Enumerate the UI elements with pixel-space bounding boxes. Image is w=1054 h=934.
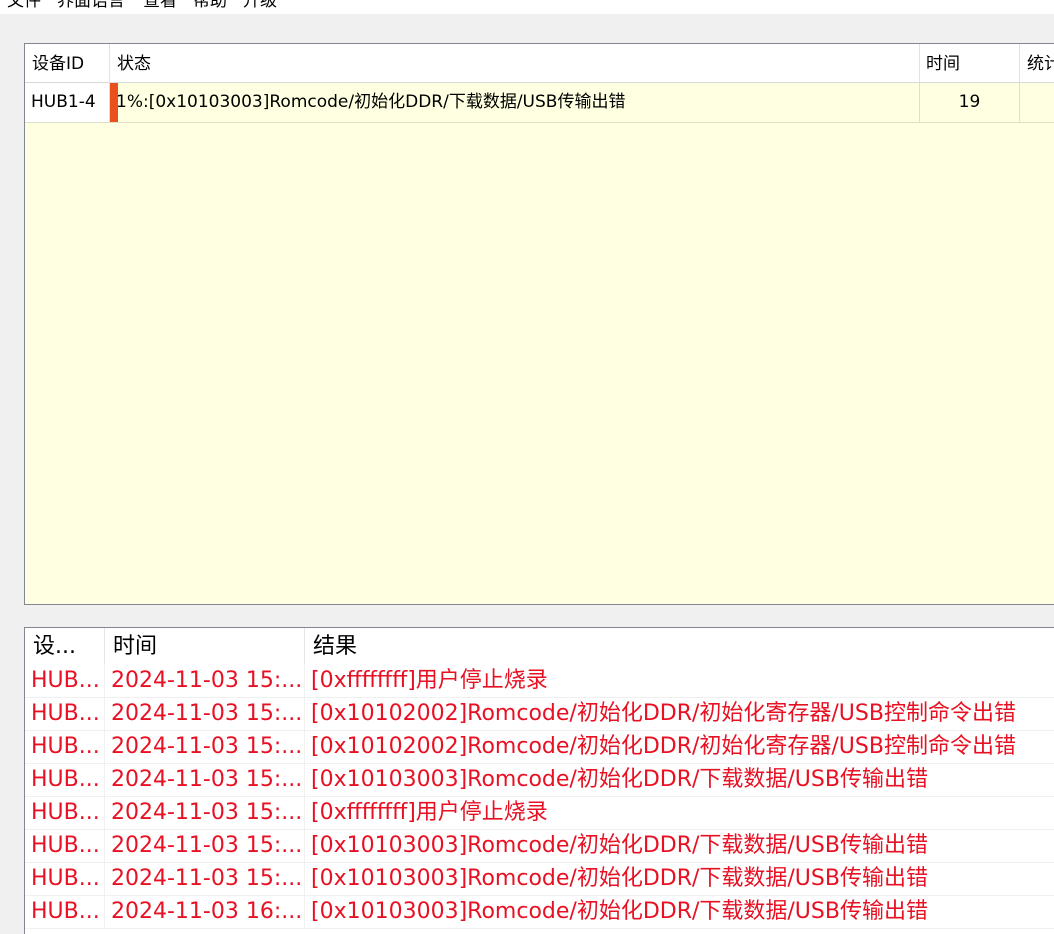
column-header-result[interactable]: 结果 xyxy=(305,628,1054,664)
column-header-log-time[interactable]: 时间 xyxy=(105,628,305,664)
log-row[interactable]: HUB... 2024-11-03 15:... [0x10103003]Romco… xyxy=(25,763,1054,797)
column-header-status[interactable]: 状态 xyxy=(110,44,920,82)
log-result: [0x10103003]Romcode/初始化DDR/下载数据/USB传输出错 xyxy=(305,829,1054,862)
log-device: HUB... xyxy=(25,862,105,895)
device-list-header: 设备ID 状态 时间 统计 xyxy=(25,44,1054,83)
log-row[interactable]: HUB... 2024-11-03 15:... [0x10103003]Romco… xyxy=(25,862,1054,896)
menu-interface-language[interactable]: 界面语言 xyxy=(57,0,125,11)
progress-bar-fill xyxy=(110,83,118,122)
device-status-text: 1%:[0x10103003]Romcode/初始化DDR/下载数据/USB传输… xyxy=(116,92,626,112)
log-time: 2024-11-03 15:... xyxy=(105,829,305,862)
column-header-device[interactable]: 设... xyxy=(25,628,105,664)
log-row[interactable]: HUB... 2024-11-03 16:... [0x10103003]Romco… xyxy=(25,895,1054,929)
log-result: [0x10103003]Romcode/初始化DDR/下载数据/USB传输出错 xyxy=(305,895,1054,928)
log-time: 2024-11-03 15:... xyxy=(105,862,305,895)
log-row[interactable]: HUB... 2024-11-03 15:... [0x10103003]Romco… xyxy=(25,829,1054,863)
log-row[interactable]: HUB... 2024-11-03 15:... [0x10102002]Romco… xyxy=(25,730,1054,764)
log-device: HUB... xyxy=(25,664,105,697)
log-device: HUB... xyxy=(25,697,105,730)
device-id: HUB1-4 xyxy=(25,83,110,122)
log-result: [0x10103003]Romcode/初始化DDR/下载数据/USB传输出错 xyxy=(305,763,1054,796)
log-result: [0xffffffff]用户停止烧录 xyxy=(305,664,1054,697)
log-row[interactable]: HUB... 2024-11-03 15:... [0x10102002]Romco… xyxy=(25,697,1054,731)
log-device: HUB... xyxy=(25,829,105,862)
log-time: 2024-11-03 15:... xyxy=(105,730,305,763)
menu-bar: 文件 界面语言 查看 帮助 升级 xyxy=(0,0,1054,14)
log-device: HUB... xyxy=(25,895,105,928)
log-device: HUB... xyxy=(25,796,105,829)
log-list-header: 设... 时间 结果 xyxy=(25,628,1054,664)
log-result: [0x10103003]Romcode/初始化DDR/下载数据/USB传输出错 xyxy=(305,862,1054,895)
log-result: [0x10102002]Romcode/初始化DDR/初始化寄存器/USB控制命… xyxy=(305,697,1054,730)
log-row[interactable]: HUB... 2024-11-03 15:... [0xffffffff]用户停止烧… xyxy=(25,796,1054,830)
device-list[interactable]: 设备ID 状态 时间 统计 HUB1-4 1%:[0x10103003]Romc… xyxy=(24,43,1054,605)
log-time: 2024-11-03 15:... xyxy=(105,796,305,829)
device-status: 1%:[0x10103003]Romcode/初始化DDR/下载数据/USB传输… xyxy=(110,83,920,122)
menu-file[interactable]: 文件 xyxy=(7,0,41,11)
device-time: 19 xyxy=(920,83,1020,122)
log-time: 2024-11-03 15:... xyxy=(105,697,305,730)
menu-upgrade[interactable]: 升级 xyxy=(243,0,277,11)
device-row[interactable]: HUB1-4 1%:[0x10103003]Romcode/初始化DDR/下载数… xyxy=(25,83,1054,123)
log-list[interactable]: 设... 时间 结果 HUB... 2024-11-03 15:... [0xfff… xyxy=(24,627,1054,934)
device-stat: 1 xyxy=(1020,83,1054,122)
log-device: HUB... xyxy=(25,763,105,796)
column-header-time[interactable]: 时间 xyxy=(920,44,1020,82)
log-time: 2024-11-03 15:... xyxy=(105,664,305,697)
log-device: HUB... xyxy=(25,730,105,763)
log-row[interactable]: HUB... 2024-11-03 15:... [0xffffffff]用户停止烧… xyxy=(25,664,1054,698)
column-header-device-id[interactable]: 设备ID xyxy=(25,44,110,82)
column-header-stats[interactable]: 统计 xyxy=(1020,44,1054,82)
log-time: 2024-11-03 15:... xyxy=(105,763,305,796)
log-result: [0x10102002]Romcode/初始化DDR/初始化寄存器/USB控制命… xyxy=(305,730,1054,763)
menu-help[interactable]: 帮助 xyxy=(193,0,227,11)
menu-view[interactable]: 查看 xyxy=(143,0,177,11)
log-result: [0xffffffff]用户停止烧录 xyxy=(305,796,1054,829)
log-time: 2024-11-03 16:... xyxy=(105,895,305,928)
